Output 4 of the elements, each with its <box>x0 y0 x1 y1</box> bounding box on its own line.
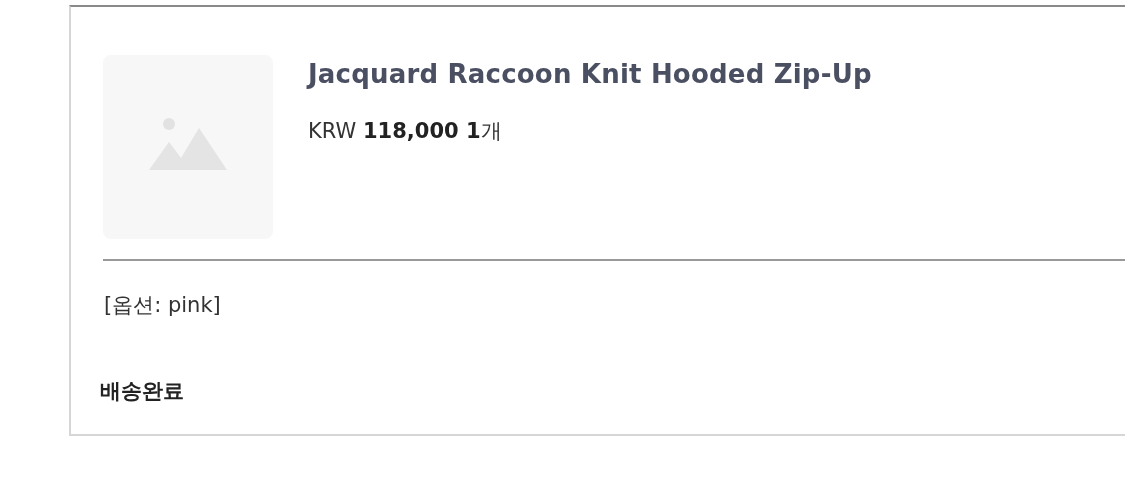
price-quantity: KRW 118,000 1개 <box>308 118 503 145</box>
option-text: [옵션: pink] <box>104 292 222 319</box>
product-name[interactable]: Jacquard Raccoon Knit Hooded Zip-Up <box>308 59 872 89</box>
delivery-status: 배송완료 <box>100 378 185 405</box>
